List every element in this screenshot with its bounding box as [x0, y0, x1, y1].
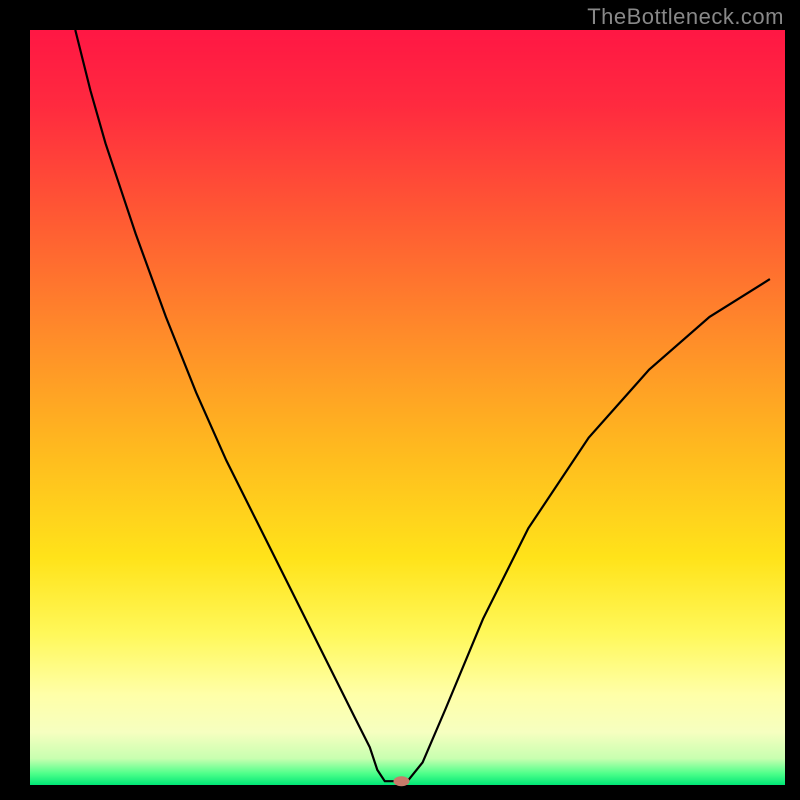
watermark-text: TheBottleneck.com — [587, 4, 784, 30]
bottleneck-chart — [0, 0, 800, 800]
optimum-marker — [393, 776, 409, 786]
plot-background — [30, 30, 785, 785]
chart-frame: TheBottleneck.com — [0, 0, 800, 800]
